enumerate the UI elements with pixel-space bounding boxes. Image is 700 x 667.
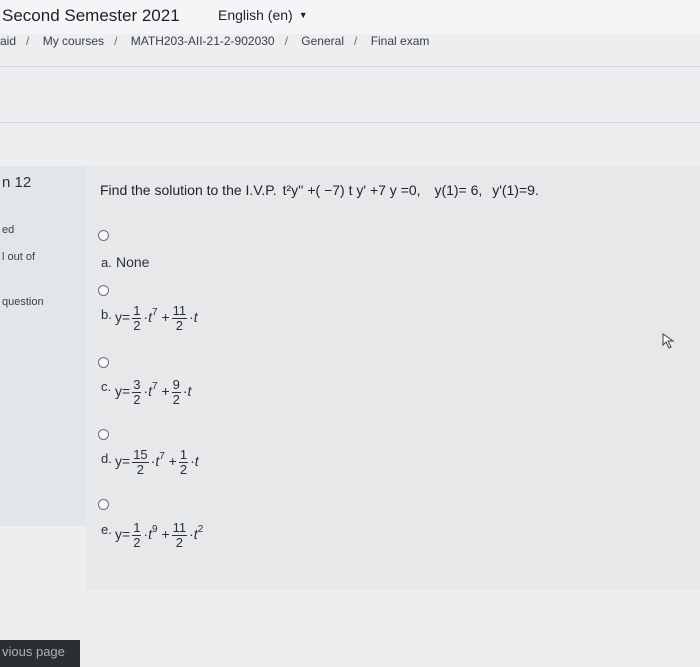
divider	[0, 122, 700, 123]
exponent: 7	[151, 307, 158, 319]
breadcrumb-item[interactable]: aid	[0, 34, 16, 48]
option-e-radio[interactable]	[98, 499, 109, 510]
question-text: Find the solution to the I.V.P. t²y'' +(…	[100, 182, 539, 198]
fraction: 12	[132, 520, 142, 550]
operator: +	[161, 309, 170, 326]
exponent: 7	[151, 381, 158, 393]
language-label: English (en)	[218, 7, 293, 23]
question-marks: l out of	[2, 251, 36, 263]
denominator: 2	[133, 392, 141, 407]
variable: t	[194, 453, 199, 470]
exponent: 9	[151, 524, 158, 536]
option-a-letter: a.	[101, 255, 112, 270]
question-number: n 12	[2, 174, 32, 191]
operator: +	[168, 453, 177, 470]
fraction: 11 2	[171, 520, 188, 550]
numerator: 11	[171, 520, 188, 536]
denominator: 2	[172, 392, 180, 407]
fraction: 11 2	[171, 303, 188, 333]
operator: +	[161, 383, 170, 400]
option-d-formula[interactable]: y= 15 2 ·t7 +1 2 ·t	[115, 448, 199, 477]
flag-question[interactable]: question	[2, 296, 44, 308]
previous-page-button[interactable]: vious page	[0, 640, 80, 667]
numerator: 3	[132, 377, 142, 393]
option-d-radio[interactable]	[98, 429, 109, 440]
caret-down-icon: ▼	[298, 10, 308, 20]
breadcrumb-item[interactable]: My courses	[43, 34, 104, 48]
denominator: 2	[133, 535, 141, 550]
denominator: 2	[133, 318, 141, 333]
site-title[interactable]: Second Semester 2021	[2, 6, 180, 26]
option-b-formula[interactable]: y= 1 2 ·t7 +11 2 ·t	[115, 304, 198, 333]
initial-condition-2: y'(1)=9.	[492, 182, 539, 198]
breadcrumb-separator: /	[26, 34, 30, 48]
numerator: 11	[171, 303, 188, 319]
formula-lead: y=	[115, 453, 131, 470]
breadcrumb-separator: /	[114, 34, 118, 48]
option-b-letter: b.	[101, 307, 112, 322]
top-bar: Second Semester 2021 English (en) ▼	[0, 0, 700, 34]
breadcrumb: aid / My courses / MATH203-AII-21-2-902030…	[0, 34, 700, 54]
fraction: 32	[132, 377, 142, 407]
option-e-letter: e.	[101, 522, 112, 537]
breadcrumb-item[interactable]: General	[301, 34, 344, 48]
formula-lead: y=	[115, 526, 131, 543]
denominator: 2	[136, 462, 145, 477]
question-info-panel	[0, 166, 86, 526]
option-d-letter: d.	[101, 451, 112, 466]
numerator: 1	[132, 303, 142, 319]
variable: t	[187, 383, 192, 400]
formula-lead: y=	[115, 309, 131, 326]
option-c-formula[interactable]: y= 3 2 ·t7 +9 2 ·t	[115, 378, 191, 407]
variable: t	[193, 309, 198, 326]
breadcrumb-separator: /	[354, 34, 358, 48]
question-equation: t²y'' +( −7) t y' +7 y =0,	[282, 182, 421, 198]
fraction: 12	[132, 303, 142, 333]
option-a-text[interactable]: None	[116, 254, 149, 270]
initial-condition-1: y(1)= 6,	[434, 182, 483, 198]
exponent: 7	[159, 451, 165, 463]
option-b-radio[interactable]	[98, 285, 109, 296]
fraction: 15 2	[132, 447, 149, 477]
divider	[0, 66, 700, 67]
denominator: 2	[175, 318, 183, 333]
option-c-radio[interactable]	[98, 357, 109, 368]
operator: +	[161, 526, 170, 543]
question-status: ed	[2, 224, 15, 236]
question-prompt: Find the solution to the I.V.P.	[100, 182, 277, 198]
numerator: 15	[132, 447, 149, 463]
numerator: 9	[171, 377, 181, 393]
option-c-letter: c.	[101, 379, 112, 394]
numerator: 1	[178, 447, 189, 463]
option-a-radio[interactable]	[98, 230, 109, 241]
fraction: 12	[178, 447, 189, 477]
denominator: 2	[179, 462, 188, 477]
option-e-formula[interactable]: y= 1 2 ·t9 +11 2 ·t2	[115, 521, 203, 550]
formula-lead: y=	[115, 383, 131, 400]
breadcrumb-item[interactable]: Final exam	[371, 34, 430, 48]
exponent: 2	[197, 524, 204, 536]
language-menu[interactable]: English (en) ▼	[218, 7, 308, 23]
mouse-pointer-icon	[662, 333, 675, 349]
breadcrumb-item[interactable]: MATH203-AII-21-2-902030	[131, 34, 275, 48]
fraction: 92	[171, 377, 181, 407]
denominator: 2	[175, 535, 183, 550]
breadcrumb-separator: /	[284, 34, 288, 48]
numerator: 1	[132, 520, 142, 536]
